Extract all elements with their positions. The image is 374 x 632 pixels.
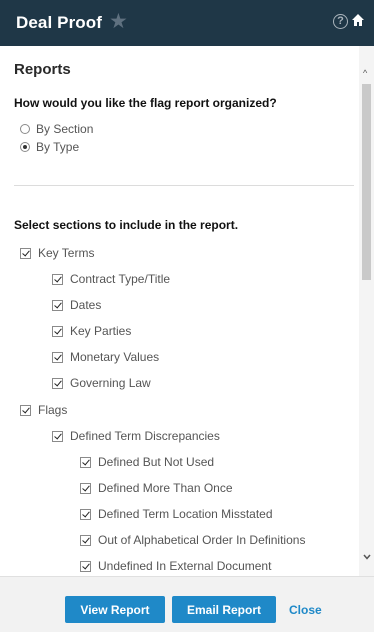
checkbox-row[interactable]: Undefined In External Document [80,559,271,573]
checkbox-label: Defined Term Location Misstated [98,507,273,521]
checkbox[interactable] [80,482,91,494]
checkbox-label: Dates [70,298,102,312]
star-icon[interactable]: ★ [109,9,128,34]
checkbox-row[interactable]: Contract Type/Title [52,272,170,286]
radio-by-type[interactable]: By Type [20,140,79,154]
checkbox-label: Key Parties [70,324,132,338]
checkbox[interactable] [80,456,91,468]
checkbox-label: Defined More Than Once [98,481,233,495]
checkbox-label: Defined Term Discrepancies [70,429,220,443]
reports-panel: Reports How would you like the flag repo… [0,46,359,576]
organize-question: How would you like the flag report organ… [14,96,277,110]
radio-label: By Section [36,122,94,136]
checkbox-label: Governing Law [70,376,151,390]
panel-title: Reports [14,61,71,78]
radio-button[interactable] [20,142,30,152]
checkbox-label: Undefined In External Document [98,559,272,573]
app-title: Deal Proof [16,13,103,32]
footer-bar: View Report Email Report Close [0,576,374,632]
checkbox[interactable] [52,273,63,285]
checkbox[interactable] [52,430,63,442]
email-report-button[interactable]: Email Report [172,596,276,623]
checkbox[interactable] [80,508,91,520]
checkbox-label: Out of Alphabetical Order In Definitions [98,533,306,547]
checkbox-label: Defined But Not Used [98,455,215,469]
help-icon[interactable]: ? [333,14,348,29]
checkbox-row[interactable]: Dates [52,298,101,312]
checkbox-row[interactable]: Flags [20,403,67,417]
home-icon[interactable] [351,13,365,32]
checkbox-row[interactable]: Governing Law [52,376,151,390]
checkbox[interactable] [52,325,63,337]
view-report-button[interactable]: View Report [65,596,165,623]
checkbox-label: Monetary Values [70,350,160,364]
chevron-up-icon[interactable]: ^ [363,68,367,78]
checkbox[interactable] [20,404,31,416]
app-header: Deal Proof ★ ? [0,0,374,46]
checkbox-row[interactable]: Monetary Values [52,350,159,364]
chevron-down-icon[interactable] [363,552,371,562]
checkbox[interactable] [20,247,31,259]
checkbox-label: Flags [38,403,68,417]
checkbox[interactable] [52,377,63,389]
checkbox-row[interactable]: Out of Alphabetical Order In Definitions [80,533,305,547]
checkbox-row[interactable]: Defined More Than Once [80,481,233,495]
vertical-scrollbar[interactable]: ^ [359,46,374,576]
checkbox-row[interactable]: Defined Term Location Misstated [80,507,273,521]
checkbox-row[interactable]: Defined But Not Used [80,455,214,469]
checkbox[interactable] [80,534,91,546]
checkbox[interactable] [52,299,63,311]
checkbox-label: Key Terms [38,246,95,260]
radio-label: By Type [36,140,80,154]
divider [14,185,354,186]
checkbox-row[interactable]: Defined Term Discrepancies [52,429,220,443]
checkbox-row[interactable]: Key Parties [52,324,131,338]
checkbox-row[interactable]: Key Terms [20,246,94,260]
checkbox-label: Contract Type/Title [70,272,171,286]
checkbox[interactable] [80,560,91,572]
checkbox[interactable] [52,351,63,363]
sections-prompt: Select sections to include in the report… [14,218,239,232]
radio-by-section[interactable]: By Section [20,122,93,136]
radio-button[interactable] [20,124,30,134]
scrollbar-thumb[interactable] [362,84,371,280]
close-link[interactable]: Close [289,603,322,617]
